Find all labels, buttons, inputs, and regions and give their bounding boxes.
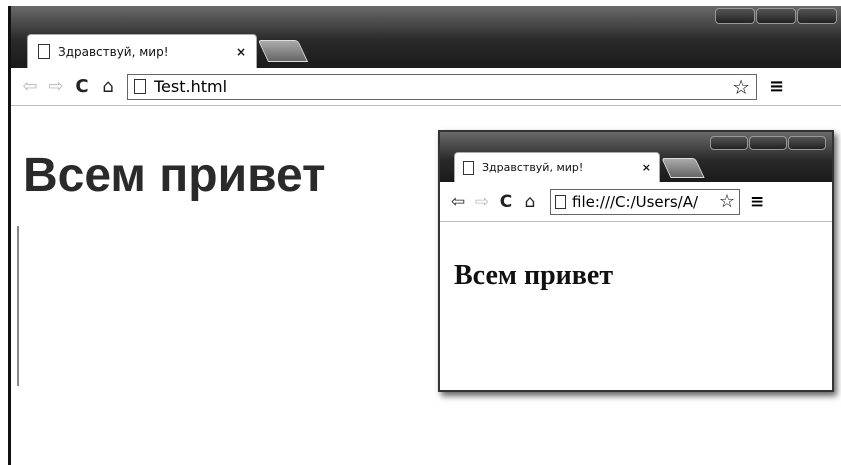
bookmark-star-icon[interactable]: ☆: [719, 191, 735, 212]
address-text: Test.html: [154, 77, 228, 96]
tab-active[interactable]: Здравствуй, мир! ×: [27, 34, 257, 68]
window-controls: [715, 8, 837, 24]
inner-browser-window: Здравствуй, мир! × ⇦ ⇨ C ⌂ file:///C:/Us…: [438, 130, 834, 392]
reload-icon[interactable]: C: [69, 76, 95, 97]
menu-icon[interactable]: ≡: [769, 76, 784, 97]
tab-title: Здравствуй, мир!: [482, 161, 584, 174]
close-tab-icon[interactable]: ×: [642, 161, 651, 174]
page-icon: [38, 44, 50, 59]
back-arrow-icon[interactable]: ⇦: [17, 76, 43, 97]
title-bar: Здравствуй, мир! ×: [11, 6, 841, 68]
forward-arrow-icon[interactable]: ⇨: [43, 76, 69, 97]
close-tab-icon[interactable]: ×: [236, 45, 246, 59]
page-icon: [555, 194, 566, 209]
page-heading: Всем привет: [454, 260, 614, 291]
reload-icon[interactable]: C: [494, 192, 518, 212]
bookmark-star-icon[interactable]: ☆: [732, 75, 750, 99]
minimize-button[interactable]: [710, 136, 748, 150]
window-controls: [710, 136, 826, 150]
close-window-button[interactable]: [788, 136, 826, 150]
maximize-button[interactable]: [749, 136, 787, 150]
resize-handle[interactable]: [11, 226, 19, 386]
menu-icon[interactable]: ≡: [750, 192, 764, 212]
address-bar[interactable]: file:///C:/Users/A/ ☆: [550, 188, 740, 215]
page-icon: [134, 79, 146, 94]
page-icon: [463, 160, 474, 175]
new-tab-button[interactable]: [257, 40, 309, 62]
home-icon[interactable]: ⌂: [95, 76, 121, 97]
browser-toolbar: ⇦ ⇨ C ⌂ file:///C:/Users/A/ ☆ ≡: [440, 182, 832, 222]
tab-active[interactable]: Здравствуй, мир! ×: [454, 152, 660, 182]
maximize-button[interactable]: [756, 8, 796, 24]
page-heading: Всем привет: [23, 149, 326, 202]
back-arrow-icon[interactable]: ⇦: [446, 192, 470, 212]
tab-title: Здравствуй, мир!: [58, 44, 169, 59]
address-bar[interactable]: Test.html ☆: [127, 73, 757, 100]
browser-toolbar: ⇦ ⇨ C ⌂ Test.html ☆ ≡: [11, 68, 841, 106]
home-icon[interactable]: ⌂: [518, 192, 542, 212]
close-window-button[interactable]: [797, 8, 837, 24]
minimize-button[interactable]: [715, 8, 755, 24]
new-tab-button[interactable]: [661, 158, 705, 178]
title-bar: Здравствуй, мир! ×: [440, 132, 832, 182]
address-text: file:///C:/Users/A/: [572, 192, 699, 211]
forward-arrow-icon[interactable]: ⇨: [470, 192, 494, 212]
